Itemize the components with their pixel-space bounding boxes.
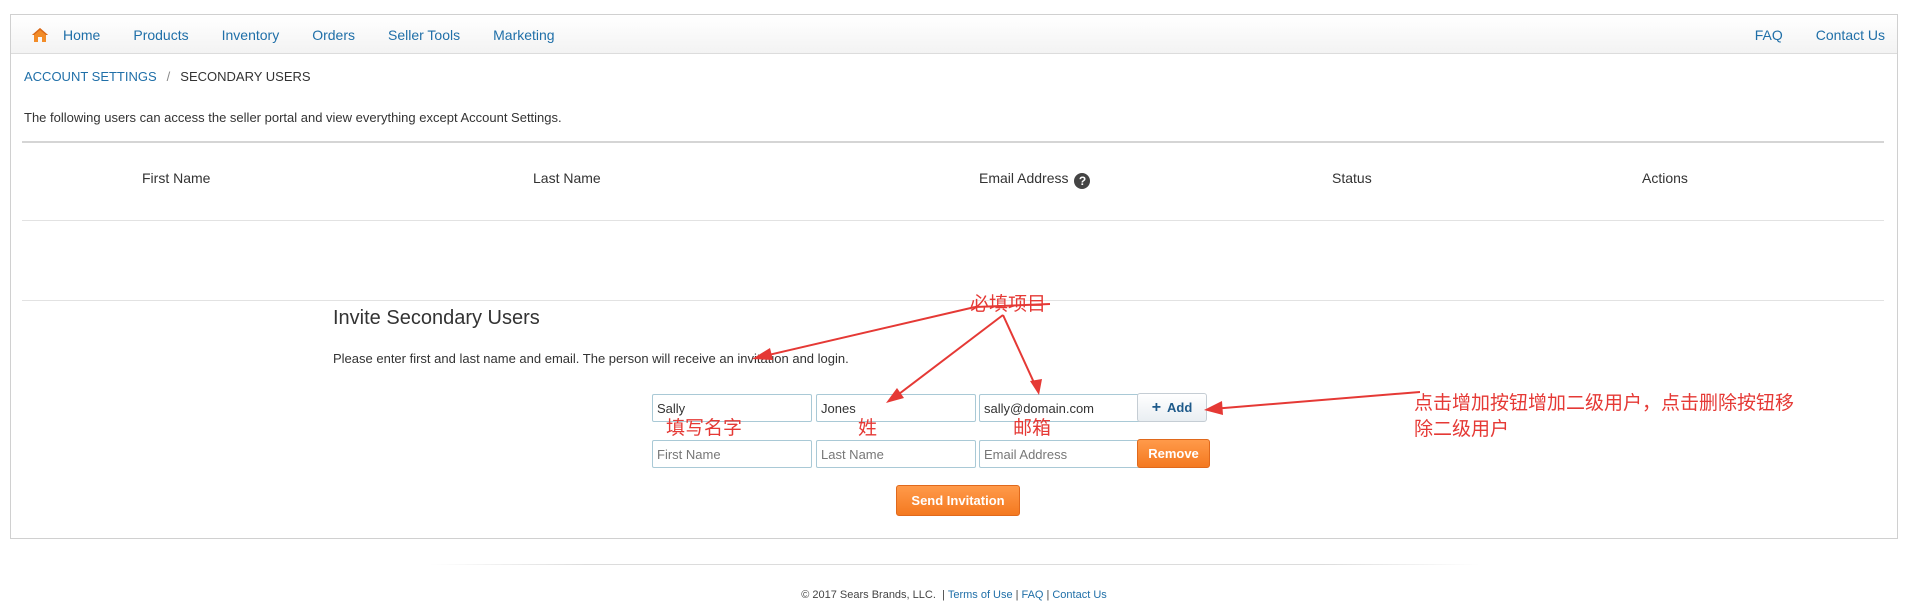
annotation-add-remove-line1: 点击增加按钮增加二级用户，点击删除按钮移 [1414,392,1795,414]
column-header-status: Status [1332,170,1372,186]
table-top-border [22,141,1884,143]
home-icon[interactable] [31,26,49,44]
nav-inventory[interactable]: Inventory [222,27,280,43]
column-header-email-label: Email Address [979,170,1069,186]
breadcrumb-current: SECONDARY USERS [180,69,311,84]
nav-orders[interactable]: Orders [312,27,355,43]
invite-email-input-1[interactable] [979,394,1141,422]
nav-seller-tools[interactable]: Seller Tools [388,27,460,43]
table-bottom-divider [22,300,1884,301]
column-header-actions: Actions [1642,170,1688,186]
invite-first-name-input-2[interactable] [652,440,812,468]
nav-contact-us[interactable]: Contact Us [1816,27,1885,43]
annotation-required-fields: 必填项目 [970,293,1047,315]
top-navigation: Home Products Inventory Orders Seller To… [11,15,1897,54]
annotation-first-name: 填写名字 [666,417,743,439]
footer-terms-of-use[interactable]: Terms of Use [948,589,1013,601]
footer-divider [430,564,1480,565]
footer: © 2017 Sears Brands, LLC. | Terms of Use |… [0,589,1908,601]
footer-separator: | [941,589,945,601]
annotation-email: 邮箱 [1013,417,1052,439]
breadcrumb-account-settings[interactable]: ACCOUNT SETTINGS [24,69,157,84]
column-header-last-name: Last Name [533,170,601,186]
footer-copyright: © 2017 Sears Brands, LLC. [801,589,936,601]
footer-separator: | [1015,589,1019,601]
breadcrumb-separator: / [166,69,171,84]
footer-faq[interactable]: FAQ [1021,589,1043,601]
nav-right-group: FAQ Contact Us [1722,15,1885,54]
breadcrumb: ACCOUNT SETTINGS / SECONDARY USERS [24,69,311,84]
column-header-first-name: First Name [142,170,211,186]
invite-last-name-input-2[interactable] [816,440,976,468]
send-invitation-button[interactable]: Send Invitation [896,485,1020,516]
footer-contact-us[interactable]: Contact Us [1052,589,1106,601]
nav-faq[interactable]: FAQ [1755,27,1783,43]
invite-last-name-input-1[interactable] [816,394,976,422]
annotation-add-remove-line2: 除二级用户 [1414,418,1510,440]
question-circle-icon[interactable]: ? [1074,173,1091,189]
add-user-button[interactable]: + Add [1137,393,1207,422]
footer-separator: | [1046,589,1050,601]
annotation-last-name: 姓 [858,417,878,439]
nav-marketing[interactable]: Marketing [493,27,554,43]
intro-text: The following users can access the selle… [24,110,562,125]
table-header-divider [22,220,1884,221]
remove-user-button[interactable]: Remove [1137,439,1210,468]
invite-description: Please enter first and last name and ema… [333,351,849,366]
invite-title: Invite Secondary Users [333,307,540,329]
plus-icon: + [1151,398,1162,416]
nav-home[interactable]: Home [63,27,100,43]
invite-email-input-2[interactable] [979,440,1141,468]
nav-left-group: Home Products Inventory Orders Seller To… [31,15,588,54]
column-header-email: Email Address? [979,170,1091,189]
add-user-button-label: Add [1167,400,1193,415]
nav-products[interactable]: Products [133,27,188,43]
